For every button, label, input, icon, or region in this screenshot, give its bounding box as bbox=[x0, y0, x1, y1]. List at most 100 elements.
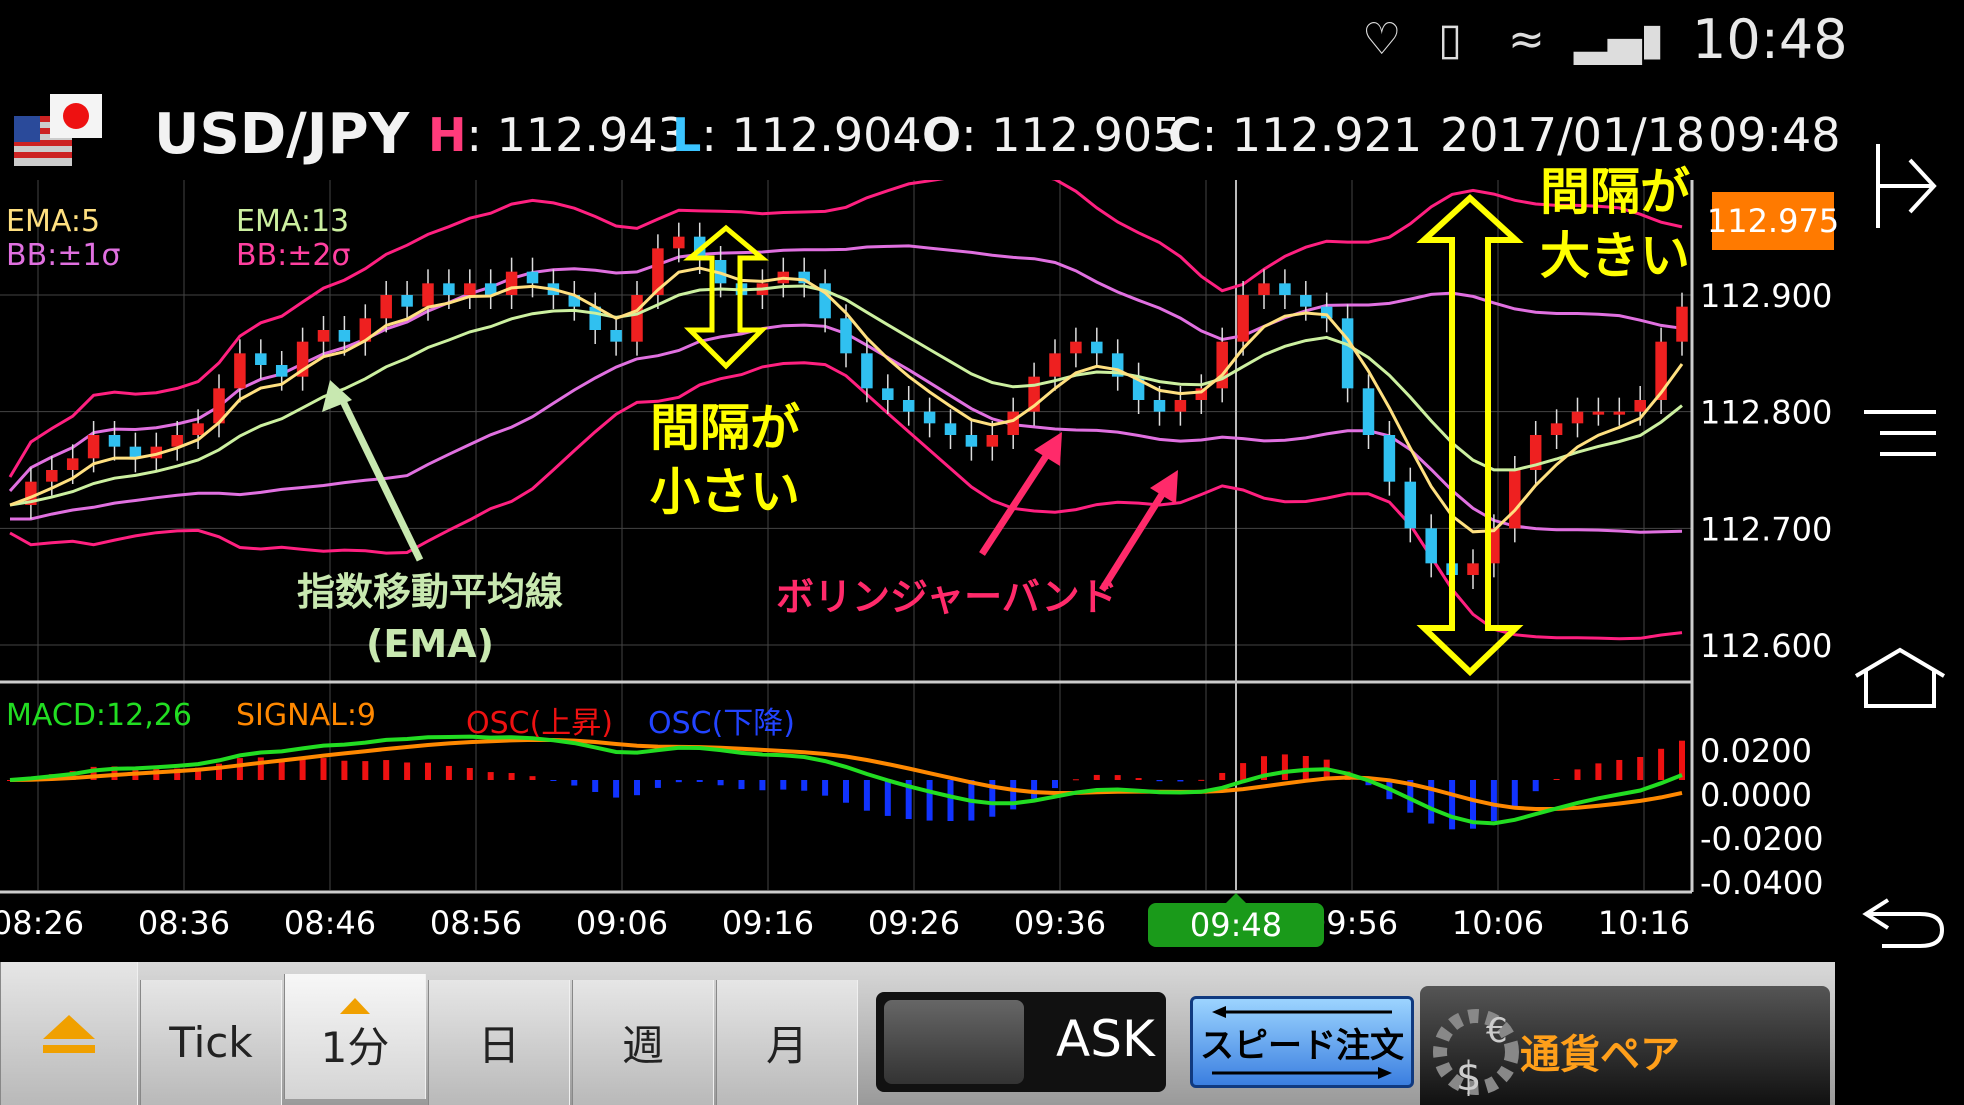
osc-bar bbox=[487, 772, 494, 780]
wide-band-note: 間隔が 大きい bbox=[1530, 160, 1700, 288]
close-price: C: 112.921 bbox=[1168, 108, 1423, 162]
osc-bar bbox=[1532, 780, 1539, 792]
open-label: O bbox=[922, 108, 962, 162]
candle-body bbox=[1550, 423, 1563, 435]
candle-body bbox=[1237, 295, 1249, 342]
osc-bar bbox=[1595, 763, 1602, 780]
osc-bar bbox=[1240, 763, 1247, 780]
candle-body bbox=[1571, 411, 1584, 424]
candle-body bbox=[1613, 411, 1626, 415]
osc-bar bbox=[654, 780, 661, 788]
menu-icon[interactable] bbox=[1860, 408, 1940, 458]
candle-body bbox=[861, 353, 873, 389]
osc-bar bbox=[383, 760, 390, 780]
osc-bar bbox=[884, 780, 891, 816]
bottom-toolbar: Tick 1分 日 週 月 ASK スピード注文 $ € 通貨ペア bbox=[0, 962, 1835, 1105]
osc-bar bbox=[926, 780, 933, 821]
candle-body bbox=[443, 283, 455, 295]
osc-bar bbox=[1449, 780, 1456, 830]
tab-tick[interactable]: Tick bbox=[140, 980, 282, 1105]
speed-order-label: スピード注文 bbox=[1200, 1025, 1404, 1066]
osc-bar bbox=[445, 765, 452, 780]
time-tick: 08:56 bbox=[430, 904, 522, 942]
bb-pointer-head-2 bbox=[1150, 470, 1178, 504]
currency-pair-label: 通貨ペア bbox=[1520, 1032, 1680, 1078]
candle-body bbox=[944, 423, 957, 435]
tab-1min[interactable]: 1分 bbox=[284, 974, 426, 1099]
osc-bar bbox=[759, 780, 766, 791]
tab-day[interactable]: 日 bbox=[428, 980, 570, 1105]
collapse-button[interactable] bbox=[0, 962, 138, 1105]
time-tick: 09:06 bbox=[576, 904, 668, 942]
tab-1min-label: 1分 bbox=[320, 1023, 390, 1072]
candle-body bbox=[1279, 283, 1291, 295]
candle-body bbox=[234, 353, 246, 389]
currency-pair-button[interactable]: $ € 通貨ペア bbox=[1420, 986, 1830, 1105]
low-price: L: 112.904 bbox=[672, 108, 922, 162]
header-time: 09:48 bbox=[1708, 108, 1841, 162]
osc-bar bbox=[1114, 775, 1121, 780]
osc-bar bbox=[425, 762, 431, 780]
osc-bar bbox=[801, 780, 808, 791]
status-clock: 10:48 bbox=[1692, 8, 1848, 71]
bb-pointer-head bbox=[1034, 432, 1062, 466]
tab-week[interactable]: 週 bbox=[572, 980, 714, 1105]
legend-bb2: BB:±2σ bbox=[236, 238, 351, 273]
candle-body bbox=[1049, 353, 1061, 377]
osc-bar bbox=[1511, 780, 1518, 807]
candle-body bbox=[87, 435, 100, 459]
candle-body bbox=[986, 435, 999, 447]
candle-body bbox=[610, 330, 622, 342]
ask-panel[interactable]: ASK bbox=[876, 992, 1166, 1092]
osc-bar bbox=[1177, 780, 1184, 782]
macd-tick: 0.0000 bbox=[1700, 776, 1812, 814]
battery-saver-icon: ▯ bbox=[1438, 14, 1463, 65]
candle-body bbox=[631, 295, 643, 342]
speed-order-button[interactable]: スピード注文 bbox=[1190, 996, 1414, 1088]
time-tick: 09:36 bbox=[1014, 904, 1106, 942]
signal-icon: ▂▄ bbox=[1574, 14, 1642, 65]
candle-body bbox=[1341, 318, 1354, 389]
currency-flag-icon[interactable] bbox=[10, 88, 106, 178]
tab-month[interactable]: 月 bbox=[716, 980, 858, 1105]
wide-double-arrow bbox=[1416, 193, 1524, 677]
osc-bar bbox=[822, 780, 829, 796]
ema-pointer-arrow bbox=[336, 393, 424, 562]
current-price-tag: 112.975 bbox=[1707, 192, 1839, 250]
candle-body bbox=[66, 458, 79, 470]
osc-bar bbox=[1093, 774, 1100, 780]
candle-body bbox=[1383, 435, 1396, 482]
candle-body bbox=[1300, 295, 1312, 307]
osc-bar bbox=[1219, 772, 1226, 780]
exit-icon[interactable] bbox=[1870, 138, 1942, 234]
time-tick: 10:16 bbox=[1598, 904, 1690, 942]
osc-bar bbox=[863, 780, 870, 811]
ask-price-display bbox=[884, 1000, 1024, 1084]
candle-body bbox=[1425, 528, 1437, 564]
osc-bar bbox=[780, 780, 787, 790]
candle-body bbox=[1153, 400, 1166, 412]
candle-body bbox=[338, 330, 351, 342]
price-tick: 112.700 bbox=[1700, 510, 1832, 548]
candle-body bbox=[840, 318, 852, 354]
candle-body bbox=[401, 295, 413, 307]
osc-bar bbox=[1156, 780, 1163, 782]
macd-tick: -0.0200 bbox=[1700, 820, 1824, 858]
back-icon[interactable] bbox=[1858, 890, 1948, 952]
time-cursor-label: 09:48 bbox=[1190, 906, 1282, 944]
candle-body bbox=[882, 388, 894, 400]
candle-body bbox=[1509, 470, 1521, 529]
candle-body bbox=[673, 236, 685, 249]
header-date: 2017/01/18 bbox=[1440, 108, 1706, 162]
osc-bar bbox=[843, 780, 849, 803]
wifi-icon: ≈ bbox=[1508, 14, 1545, 65]
home-icon[interactable] bbox=[1852, 646, 1948, 710]
candle-body bbox=[505, 271, 518, 295]
osc-bar bbox=[278, 759, 285, 780]
status-bar: ♡ ▯ ≈ ▂▄ ▮ 10:48 bbox=[0, 0, 1964, 80]
osc-bar bbox=[592, 780, 599, 792]
candlesticks bbox=[25, 222, 1688, 589]
price-tick: 112.900 bbox=[1700, 277, 1832, 315]
high-price: H: 112.943 bbox=[428, 108, 687, 162]
time-tick: 08:36 bbox=[138, 904, 230, 942]
